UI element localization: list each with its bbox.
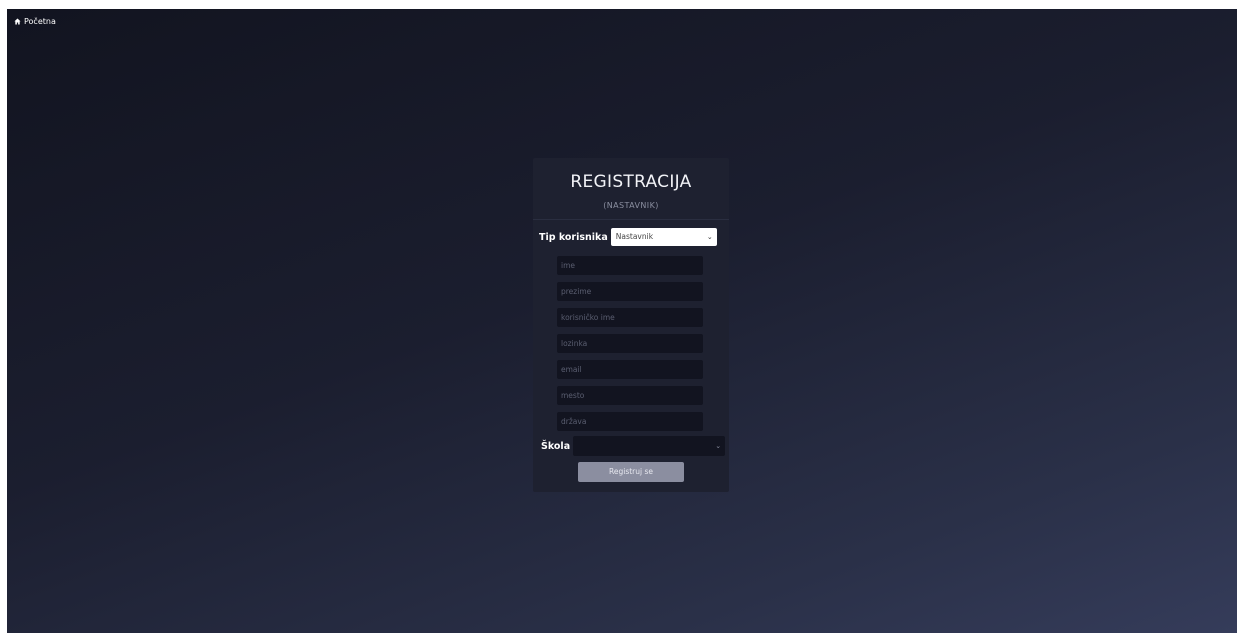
last-name-input[interactable]: prezime [557,282,703,301]
password-input[interactable]: lozinka [557,334,703,353]
first-name-input[interactable]: ime [557,256,703,275]
chevron-down-icon: ⌄ [706,233,713,241]
school-row: Škola ⌄ [541,436,726,456]
home-icon [14,18,21,25]
user-type-selected: Nastavnik [615,232,654,241]
home-link-label: Početna [24,17,56,26]
form-subtitle: (NASTAVNIK) [603,201,659,210]
form-title: REGISTRACIJA [570,172,692,192]
registration-card: REGISTRACIJA (NASTAVNIK) Tip korisnika N… [533,158,729,492]
country-input[interactable]: država [557,412,703,431]
user-type-row: Tip korisnika Nastavnik ⌄ [539,228,717,246]
divider [533,219,729,220]
city-input[interactable]: mesto [557,386,703,405]
page-background: Početna REGISTRACIJA (NASTAVNIK) Tip kor… [7,9,1237,633]
school-label: Škola [541,440,571,452]
school-select[interactable]: ⌄ [573,436,726,456]
user-type-select[interactable]: Nastavnik ⌄ [610,228,717,246]
username-input[interactable]: korisničko ime [557,308,703,327]
chevron-down-icon: ⌄ [715,442,722,450]
user-type-label: Tip korisnika [539,231,608,243]
home-link[interactable]: Početna [14,17,56,26]
register-button[interactable]: Registruj se [578,462,684,482]
email-input[interactable]: email [557,360,703,379]
